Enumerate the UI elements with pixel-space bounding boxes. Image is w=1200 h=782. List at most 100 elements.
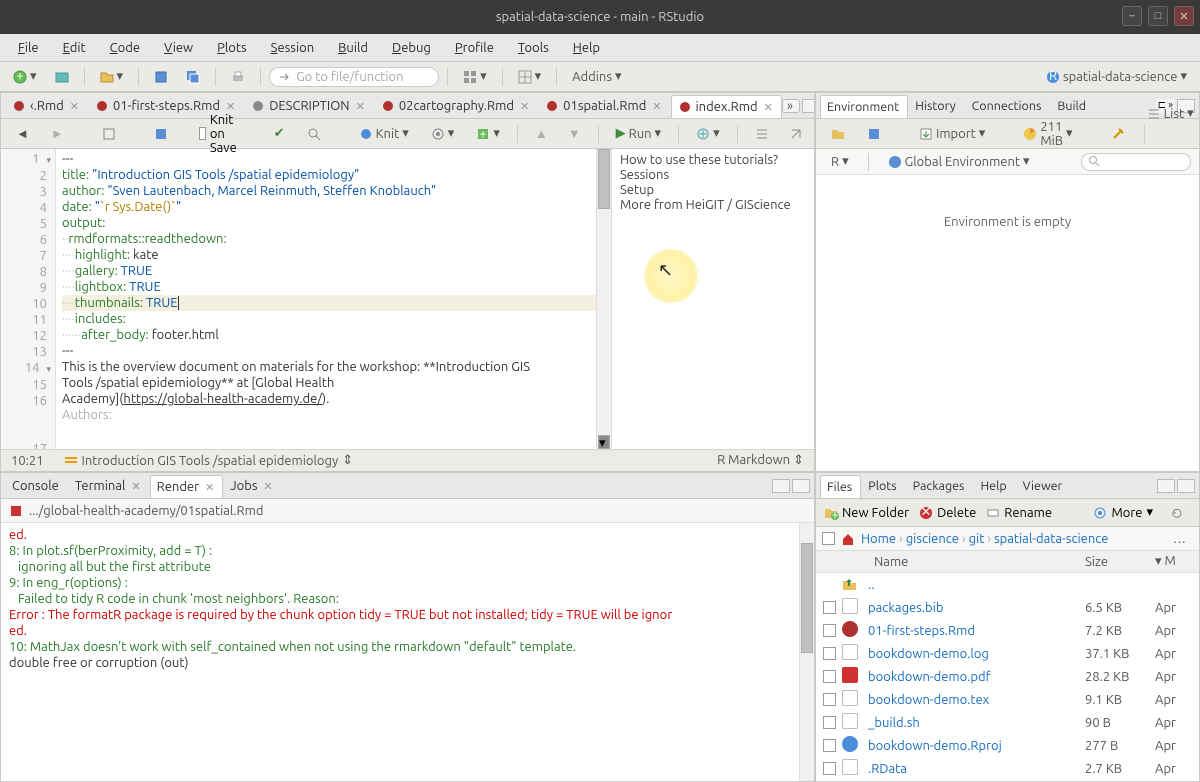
file-checkbox[interactable] (823, 624, 836, 637)
console-tab-terminal[interactable]: Terminal✕ (68, 474, 150, 497)
file-name-link[interactable]: _build.sh (868, 716, 1085, 730)
close-tab-icon[interactable]: ✕ (356, 100, 365, 113)
minimize-pane-button[interactable] (1157, 479, 1175, 493)
close-tab-icon[interactable]: ✕ (70, 100, 79, 113)
goto-dir-button[interactable]: … (1166, 528, 1193, 550)
maximize-pane-button[interactable] (792, 479, 810, 493)
source-tab[interactable]: DESCRIPTION✕ (244, 94, 374, 117)
document-outline[interactable]: How to use these tutorials?SessionsSetup… (611, 149, 814, 449)
env-view-mode[interactable]: List ▾ (1140, 102, 1200, 125)
file-row[interactable]: 01-first-steps.Rmd7.2 KBApr (816, 619, 1199, 642)
file-checkbox[interactable] (823, 601, 836, 614)
menu-tools[interactable]: Tools (506, 37, 561, 59)
menu-file[interactable]: File (6, 37, 51, 59)
home-icon[interactable] (841, 532, 855, 546)
find-replace-button[interactable] (300, 123, 328, 145)
goto-file-input[interactable]: Go to file/function (269, 67, 439, 87)
files-up-row[interactable]: .. (816, 573, 1199, 596)
outline-toggle-button[interactable] (748, 123, 776, 145)
print-button[interactable] (224, 66, 252, 88)
source-tab[interactable]: ‹.Rmd✕ (5, 94, 88, 117)
code-area[interactable]: ---title: "Introduction GIS Tools /spati… (56, 149, 611, 449)
load-workspace-button[interactable] (824, 123, 852, 145)
new-file-button[interactable]: +▾ (6, 65, 44, 88)
menu-code[interactable]: Code (98, 37, 152, 59)
file-row[interactable]: .Rhistory326 BApr (816, 780, 1199, 781)
section-breadcrumb[interactable]: Introduction GIS Tools /spatial epidemio… (64, 453, 354, 468)
file-row[interactable]: bookdown-demo.log37.1 KBApr (816, 642, 1199, 665)
file-name-link[interactable]: .RData (868, 762, 1085, 776)
file-name-link[interactable]: 01-first-steps.Rmd (868, 624, 1085, 638)
file-row[interactable]: bookdown-demo.tex9.1 KBApr (816, 688, 1199, 711)
files-tab-viewer[interactable]: Viewer (1016, 474, 1072, 497)
files-tab-files[interactable]: Files (820, 475, 861, 498)
select-all-checkbox[interactable] (822, 532, 835, 545)
delete-button[interactable]: ✕Delete (919, 506, 976, 520)
console-scrollbar[interactable] (799, 523, 814, 781)
menu-profile[interactable]: Profile (443, 37, 506, 59)
spellcheck-button[interactable]: ✔ (267, 122, 292, 145)
close-tab-icon[interactable]: ✕ (652, 100, 661, 113)
outline-item[interactable]: Setup (620, 183, 806, 198)
save-all-button[interactable] (179, 66, 207, 88)
save-workspace-button[interactable] (860, 123, 888, 145)
file-row[interactable]: _build.sh90 BApr (816, 711, 1199, 734)
menu-help[interactable]: Help (561, 37, 612, 59)
window-maximize-button[interactable]: □ (1148, 6, 1168, 26)
insert-chunk-button[interactable]: +▾ (469, 122, 507, 145)
new-project-button[interactable] (48, 66, 76, 88)
env-search-input[interactable] (1081, 153, 1191, 171)
tab-overflow-button[interactable]: » (782, 99, 800, 113)
breadcrumb-link[interactable]: git (969, 532, 985, 546)
files-tab-plots[interactable]: Plots (861, 474, 905, 497)
console-tab-console[interactable]: Console (5, 474, 68, 497)
addins-menu[interactable]: Addins ▾ (565, 65, 628, 88)
breadcrumb-link[interactable]: giscience (906, 532, 959, 546)
env-language-select[interactable]: R ▾ (824, 150, 856, 173)
file-checkbox[interactable] (823, 693, 836, 706)
env-tab-connections[interactable]: Connections (965, 94, 1051, 117)
breadcrumb-link[interactable]: spatial-data-science (994, 532, 1109, 546)
menu-view[interactable]: View (152, 37, 205, 59)
clear-objects-button[interactable] (1104, 123, 1132, 145)
source-tab[interactable]: 01spatial.Rmd✕ (538, 94, 670, 117)
workspace-panes-button[interactable]: ▾ (511, 65, 549, 88)
stop-icon[interactable] (9, 504, 23, 518)
menu-debug[interactable]: Debug (380, 37, 443, 59)
import-dataset-button[interactable]: Import ▾ (912, 122, 992, 145)
file-name-link[interactable]: bookdown-demo.Rproj (868, 739, 1085, 753)
col-name[interactable]: Name (868, 555, 1085, 569)
show-in-new-window-button[interactable] (95, 123, 123, 145)
console-tab-jobs[interactable]: Jobs✕ (223, 474, 281, 497)
more-menu[interactable]: More ▾ (1093, 505, 1153, 520)
open-file-button[interactable]: ▾ (93, 65, 131, 88)
outline-item[interactable]: How to use these tutorials? (620, 153, 806, 168)
menu-edit[interactable]: Edit (51, 37, 98, 59)
env-tab-history[interactable]: History (908, 94, 964, 117)
files-tab-packages[interactable]: Packages (906, 474, 974, 497)
maximize-pane-button[interactable] (1177, 479, 1195, 493)
file-row[interactable]: packages.bib6.5 KBApr (816, 596, 1199, 619)
knit-options-button[interactable]: ▾ (424, 122, 462, 145)
file-row[interactable]: bookdown-demo.Rproj277 BApr (816, 734, 1199, 757)
nav-fwd-button[interactable]: ► (44, 122, 71, 145)
go-prev-chunk-button[interactable]: ▲ (528, 122, 555, 145)
close-tab-icon[interactable]: ✕ (226, 100, 235, 113)
env-scope-select[interactable]: Global Environment ▾ (881, 150, 1037, 173)
source-tab[interactable]: index.Rmd✕ (671, 95, 782, 118)
source-editor[interactable]: 1 ▾234567891011121314 ▾1516 1718 ---titl… (1, 149, 611, 449)
col-modified[interactable]: ▾ M (1155, 554, 1195, 569)
save-doc-button[interactable] (147, 123, 175, 145)
file-checkbox[interactable] (823, 647, 836, 660)
new-folder-button[interactable]: +New Folder (824, 506, 909, 520)
outline-item[interactable]: Sessions (620, 168, 806, 183)
window-close-button[interactable]: ✕ (1174, 6, 1194, 26)
tools-grid-button[interactable]: ▾ (456, 65, 494, 88)
menu-session[interactable]: Session (259, 37, 326, 59)
close-tab-icon[interactable]: ✕ (520, 100, 529, 113)
console-tab-render[interactable]: Render✕ (150, 475, 224, 498)
source-tab[interactable]: 02cartography.Rmd✕ (374, 94, 538, 117)
file-checkbox[interactable] (823, 762, 836, 775)
refresh-files-button[interactable] (1163, 502, 1191, 524)
col-size[interactable]: Size (1085, 555, 1155, 569)
